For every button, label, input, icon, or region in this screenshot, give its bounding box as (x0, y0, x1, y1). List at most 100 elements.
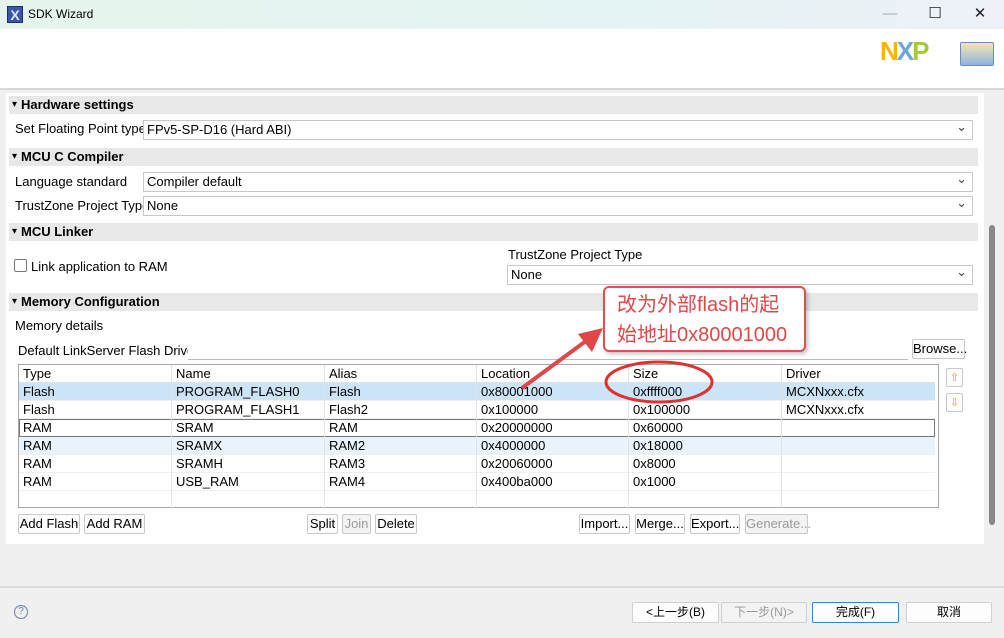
cell-alias[interactable]: Flash2 (325, 401, 477, 419)
linker-trustzone-value: None (511, 267, 543, 282)
cell-type[interactable]: Flash (19, 401, 172, 419)
cell-location[interactable]: 0x20000000 (477, 419, 629, 437)
column-header-alias[interactable]: Alias (325, 365, 477, 383)
trustzone-value: None (147, 198, 179, 213)
fp-type-label: Set Floating Point type (15, 121, 146, 136)
delete-button[interactable]: Delete (375, 514, 417, 534)
linker-trustzone-select[interactable]: None (507, 263, 973, 285)
table-header: Type Name Alias Location Size Driver (19, 365, 935, 383)
folder-icon (960, 42, 994, 66)
language-standard-select[interactable]: Compiler default (143, 170, 973, 192)
back-button[interactable]: <上一步(B) (632, 602, 719, 623)
annotation-ellipse (604, 360, 714, 404)
empty-cell (19, 491, 172, 509)
cell-location[interactable]: 0x400ba000 (477, 473, 629, 491)
cell-driver[interactable]: MCXNxxx.cfx (782, 383, 935, 401)
close-button[interactable]: ✕ (965, 4, 995, 24)
cell-size[interactable]: 0x1000 (629, 473, 782, 491)
cell-name[interactable]: PROGRAM_FLASH0 (172, 383, 325, 401)
title-bar: X SDK Wizard — ☐ ✕ (0, 0, 1004, 29)
language-standard-label: Language standard (15, 174, 128, 189)
annotation-callout: 改为外部flash的起 始地址0x80001000 (603, 286, 806, 352)
cell-driver[interactable] (782, 473, 935, 491)
linker-trustzone-label: TrustZone Project Type (508, 247, 643, 262)
maximize-button[interactable]: ☐ (920, 4, 950, 24)
trustzone-label: TrustZone Project Type (15, 198, 150, 213)
scrollbar-thumb[interactable] (989, 225, 995, 525)
cell-driver[interactable]: MCXNxxx.cfx (782, 401, 935, 419)
cell-name[interactable]: SRAMH (172, 455, 325, 473)
empty-cell (172, 491, 325, 509)
link-ram-checkbox[interactable] (14, 259, 27, 272)
import-button[interactable]: Import... (579, 514, 630, 534)
cell-size[interactable]: 0x8000 (629, 455, 782, 473)
help-icon[interactable]: ? (14, 605, 28, 619)
cell-driver[interactable] (782, 419, 935, 437)
column-header-driver[interactable]: Driver (782, 365, 935, 383)
arrow-head (578, 328, 603, 352)
empty-cell (477, 491, 629, 509)
table-row[interactable]: RAM SRAMX RAM2 0x4000000 0x18000 (19, 437, 935, 455)
table-row[interactable]: Flash PROGRAM_FLASH0 Flash 0x80001000 0xffff… (19, 383, 935, 401)
table-row[interactable]: RAM USB_RAM RAM4 0x400ba000 0x1000 (19, 473, 935, 491)
cell-alias[interactable]: RAM2 (325, 437, 477, 455)
cancel-button[interactable]: 取消 (906, 602, 992, 623)
cell-location[interactable]: 0x20060000 (477, 455, 629, 473)
move-up-icon[interactable]: ⇧ (946, 368, 963, 387)
link-ram-label: Link application to RAM (31, 259, 168, 274)
generate-button: Generate... (745, 514, 811, 534)
section-memory-configuration[interactable]: Memory Configuration (9, 293, 978, 311)
annotation-line-1: 改为外部flash的起 (617, 294, 780, 316)
cell-alias[interactable]: RAM4 (325, 473, 477, 491)
cell-driver[interactable] (782, 437, 935, 455)
add-ram-button[interactable]: Add RAM (84, 514, 145, 534)
finish-button[interactable]: 完成(F) (812, 602, 899, 623)
cell-alias[interactable]: Flash (325, 383, 477, 401)
add-flash-button[interactable]: Add Flash (18, 514, 80, 534)
empty-cell (629, 491, 782, 509)
cell-alias[interactable]: RAM3 (325, 455, 477, 473)
empty-cell (325, 491, 477, 509)
table-row[interactable]: RAM SRAM RAM 0x20000000 0x60000 (19, 419, 935, 437)
column-header-type[interactable]: Type (19, 365, 172, 383)
language-standard-value: Compiler default (147, 174, 242, 189)
cell-driver[interactable] (782, 455, 935, 473)
cell-type[interactable]: RAM (19, 455, 172, 473)
trustzone-select[interactable]: None (143, 194, 973, 216)
cell-type[interactable]: RAM (19, 473, 172, 491)
cell-type[interactable]: RAM (19, 419, 172, 437)
table-row[interactable]: RAM SRAMH RAM3 0x20060000 0x8000 (19, 455, 935, 473)
cell-name[interactable]: PROGRAM_FLASH1 (172, 401, 325, 419)
merge-button[interactable]: Merge... (635, 514, 685, 534)
cell-name[interactable]: SRAM (172, 419, 325, 437)
fp-type-select[interactable]: FPv5-SP-D16 (Hard ABI) (143, 118, 973, 140)
cell-alias[interactable]: RAM (325, 419, 477, 437)
move-down-icon[interactable]: ⇩ (946, 393, 963, 412)
section-hardware-settings[interactable]: Hardware settings (9, 96, 978, 114)
arrow-shaft (520, 336, 592, 390)
export-button[interactable]: Export... (690, 514, 740, 534)
minimize-button[interactable]: — (875, 4, 905, 24)
cell-type[interactable]: RAM (19, 437, 172, 455)
highlight-ellipse (604, 360, 714, 404)
fp-type-value: FPv5-SP-D16 (Hard ABI) (147, 122, 292, 137)
column-header-name[interactable]: Name (172, 365, 325, 383)
annotation-line-2: 始地址0x80001000 (617, 324, 788, 346)
browse-button[interactable]: Browse... (912, 339, 967, 359)
cell-type[interactable]: Flash (19, 383, 172, 401)
flash-driver-label: Default LinkServer Flash Driver (18, 343, 199, 358)
annotation-arrow (520, 328, 603, 390)
memory-details-label: Memory details (15, 318, 104, 333)
memory-table: Type Name Alias Location Size Driver Fla… (18, 364, 939, 509)
cell-size[interactable]: 0x18000 (629, 437, 782, 455)
join-button: Join (342, 514, 371, 534)
cell-name[interactable]: USB_RAM (172, 473, 325, 491)
cell-name[interactable]: SRAMX (172, 437, 325, 455)
cell-location[interactable]: 0x4000000 (477, 437, 629, 455)
window-title: SDK Wizard (28, 7, 94, 21)
section-mcu-linker[interactable]: MCU Linker (9, 223, 978, 241)
section-mcu-c-compiler[interactable]: MCU C Compiler (9, 148, 978, 166)
cell-size[interactable]: 0x60000 (629, 419, 782, 437)
table-row[interactable]: Flash PROGRAM_FLASH1 Flash2 0x100000 0x10000… (19, 401, 935, 419)
split-button[interactable]: Split (307, 514, 338, 534)
